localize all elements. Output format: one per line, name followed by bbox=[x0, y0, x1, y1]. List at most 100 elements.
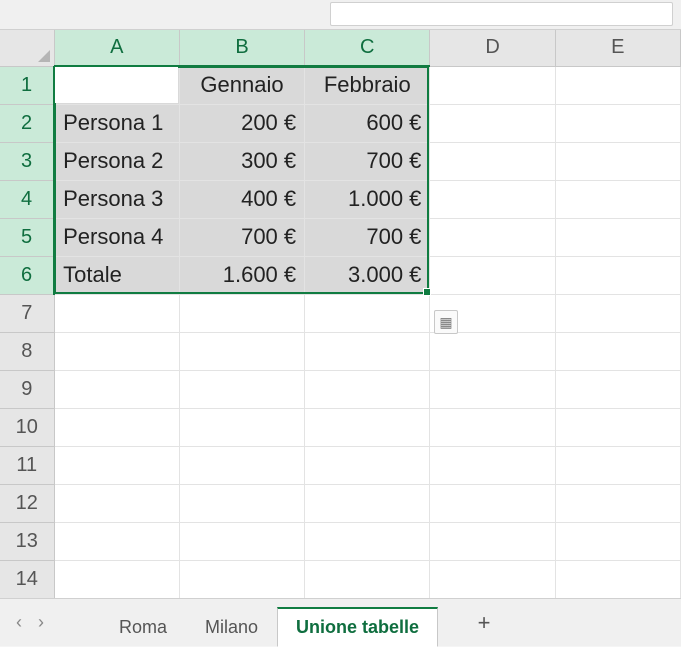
row-header-12[interactable]: 12 bbox=[0, 484, 54, 522]
cell-B8[interactable] bbox=[179, 332, 304, 370]
cell-E12[interactable] bbox=[555, 484, 680, 522]
cell-B2[interactable]: 200 € bbox=[179, 104, 304, 142]
column-header-E[interactable]: E bbox=[555, 30, 680, 66]
cell-A2[interactable]: Persona 1 bbox=[54, 104, 179, 142]
cell-C7[interactable] bbox=[305, 294, 430, 332]
cell-B5[interactable]: 700 € bbox=[179, 218, 304, 256]
cell-B12[interactable] bbox=[179, 484, 304, 522]
cell-E4[interactable] bbox=[555, 180, 680, 218]
row-header-5[interactable]: 5 bbox=[0, 218, 54, 256]
cell-A8[interactable] bbox=[54, 332, 179, 370]
cell-C4[interactable]: 1.000 € bbox=[305, 180, 430, 218]
row-header-7[interactable]: 7 bbox=[0, 294, 54, 332]
cell-A14[interactable] bbox=[54, 560, 179, 598]
cell-D14[interactable] bbox=[430, 560, 555, 598]
row-header-3[interactable]: 3 bbox=[0, 142, 54, 180]
cell-B9[interactable] bbox=[179, 370, 304, 408]
cell-A11[interactable] bbox=[54, 446, 179, 484]
cell-A13[interactable] bbox=[54, 522, 179, 560]
cell-D3[interactable] bbox=[430, 142, 555, 180]
cell-D11[interactable] bbox=[430, 446, 555, 484]
row-header-1[interactable]: 1 bbox=[0, 66, 54, 104]
cell-E7[interactable] bbox=[555, 294, 680, 332]
cell-A12[interactable] bbox=[54, 484, 179, 522]
column-header-C[interactable]: C bbox=[305, 30, 430, 66]
cell-B7[interactable] bbox=[179, 294, 304, 332]
formula-input[interactable] bbox=[330, 2, 673, 26]
cell-D1[interactable] bbox=[430, 66, 555, 104]
cell-D9[interactable] bbox=[430, 370, 555, 408]
cell-B4[interactable]: 400 € bbox=[179, 180, 304, 218]
cell-A10[interactable] bbox=[54, 408, 179, 446]
sheet-tab-milano[interactable]: Milano bbox=[186, 608, 277, 647]
row-header-8[interactable]: 8 bbox=[0, 332, 54, 370]
cell-A5[interactable]: Persona 4 bbox=[54, 218, 179, 256]
cell-E8[interactable] bbox=[555, 332, 680, 370]
sheet-tab-roma[interactable]: Roma bbox=[100, 608, 186, 647]
row-header-2[interactable]: 2 bbox=[0, 104, 54, 142]
cell-B14[interactable] bbox=[179, 560, 304, 598]
select-all-corner[interactable] bbox=[0, 30, 54, 66]
cell-D8[interactable] bbox=[430, 332, 555, 370]
spreadsheet-grid[interactable]: ABCDE 1 GennaioFebbraio 2Persona 1200 €600 … bbox=[0, 30, 681, 599]
cell-B11[interactable] bbox=[179, 446, 304, 484]
cell-D10[interactable] bbox=[430, 408, 555, 446]
cell-D13[interactable] bbox=[430, 522, 555, 560]
sheet-nav-prev[interactable]: ‹ bbox=[16, 612, 22, 633]
cell-C1[interactable]: Febbraio bbox=[305, 66, 430, 104]
cell-D12[interactable] bbox=[430, 484, 555, 522]
cell-A7[interactable] bbox=[54, 294, 179, 332]
row-header-10[interactable]: 10 bbox=[0, 408, 54, 446]
cell-B6[interactable]: 1.600 € bbox=[179, 256, 304, 294]
cell-C9[interactable] bbox=[305, 370, 430, 408]
cell-A4[interactable]: Persona 3 bbox=[54, 180, 179, 218]
formula-bar-area bbox=[0, 0, 681, 30]
sheet-nav-next[interactable]: › bbox=[38, 612, 44, 633]
cell-E3[interactable] bbox=[555, 142, 680, 180]
cell-C6[interactable]: 3.000 € bbox=[305, 256, 430, 294]
row-header-4[interactable]: 4 bbox=[0, 180, 54, 218]
cell-E1[interactable] bbox=[555, 66, 680, 104]
row-header-9[interactable]: 9 bbox=[0, 370, 54, 408]
cell-E10[interactable] bbox=[555, 408, 680, 446]
cell-A6[interactable]: Totale bbox=[54, 256, 179, 294]
cell-D4[interactable] bbox=[430, 180, 555, 218]
cell-A9[interactable] bbox=[54, 370, 179, 408]
cell-A3[interactable]: Persona 2 bbox=[54, 142, 179, 180]
cell-E11[interactable] bbox=[555, 446, 680, 484]
sheet-tab-strip: ‹ › RomaMilanoUnione tabelle + bbox=[0, 598, 681, 646]
cell-E5[interactable] bbox=[555, 218, 680, 256]
row-header-6[interactable]: 6 bbox=[0, 256, 54, 294]
sheet-tab-unione-tabelle[interactable]: Unione tabelle bbox=[277, 607, 438, 647]
cell-C5[interactable]: 700 € bbox=[305, 218, 430, 256]
cell-C10[interactable] bbox=[305, 408, 430, 446]
cell-C8[interactable] bbox=[305, 332, 430, 370]
cell-B13[interactable] bbox=[179, 522, 304, 560]
cell-B1[interactable]: Gennaio bbox=[179, 66, 304, 104]
cell-E9[interactable] bbox=[555, 370, 680, 408]
cell-E2[interactable] bbox=[555, 104, 680, 142]
cell-E14[interactable] bbox=[555, 560, 680, 598]
cell-D6[interactable] bbox=[430, 256, 555, 294]
cell-B3[interactable]: 300 € bbox=[179, 142, 304, 180]
cell-C11[interactable] bbox=[305, 446, 430, 484]
cell-B10[interactable] bbox=[179, 408, 304, 446]
cell-E13[interactable] bbox=[555, 522, 680, 560]
cell-D5[interactable] bbox=[430, 218, 555, 256]
cell-C12[interactable] bbox=[305, 484, 430, 522]
cell-C3[interactable]: 700 € bbox=[305, 142, 430, 180]
cell-C13[interactable] bbox=[305, 522, 430, 560]
quick-analysis-icon[interactable]: ▦ bbox=[434, 310, 458, 334]
row-header-13[interactable]: 13 bbox=[0, 522, 54, 560]
cell-E6[interactable] bbox=[555, 256, 680, 294]
row-header-11[interactable]: 11 bbox=[0, 446, 54, 484]
column-header-D[interactable]: D bbox=[430, 30, 555, 66]
cell-C2[interactable]: 600 € bbox=[305, 104, 430, 142]
add-sheet-button[interactable]: + bbox=[468, 610, 500, 636]
cell-A1[interactable] bbox=[54, 66, 179, 104]
cell-C14[interactable] bbox=[305, 560, 430, 598]
column-header-B[interactable]: B bbox=[179, 30, 304, 66]
column-header-A[interactable]: A bbox=[54, 30, 179, 66]
cell-D2[interactable] bbox=[430, 104, 555, 142]
row-header-14[interactable]: 14 bbox=[0, 560, 54, 598]
